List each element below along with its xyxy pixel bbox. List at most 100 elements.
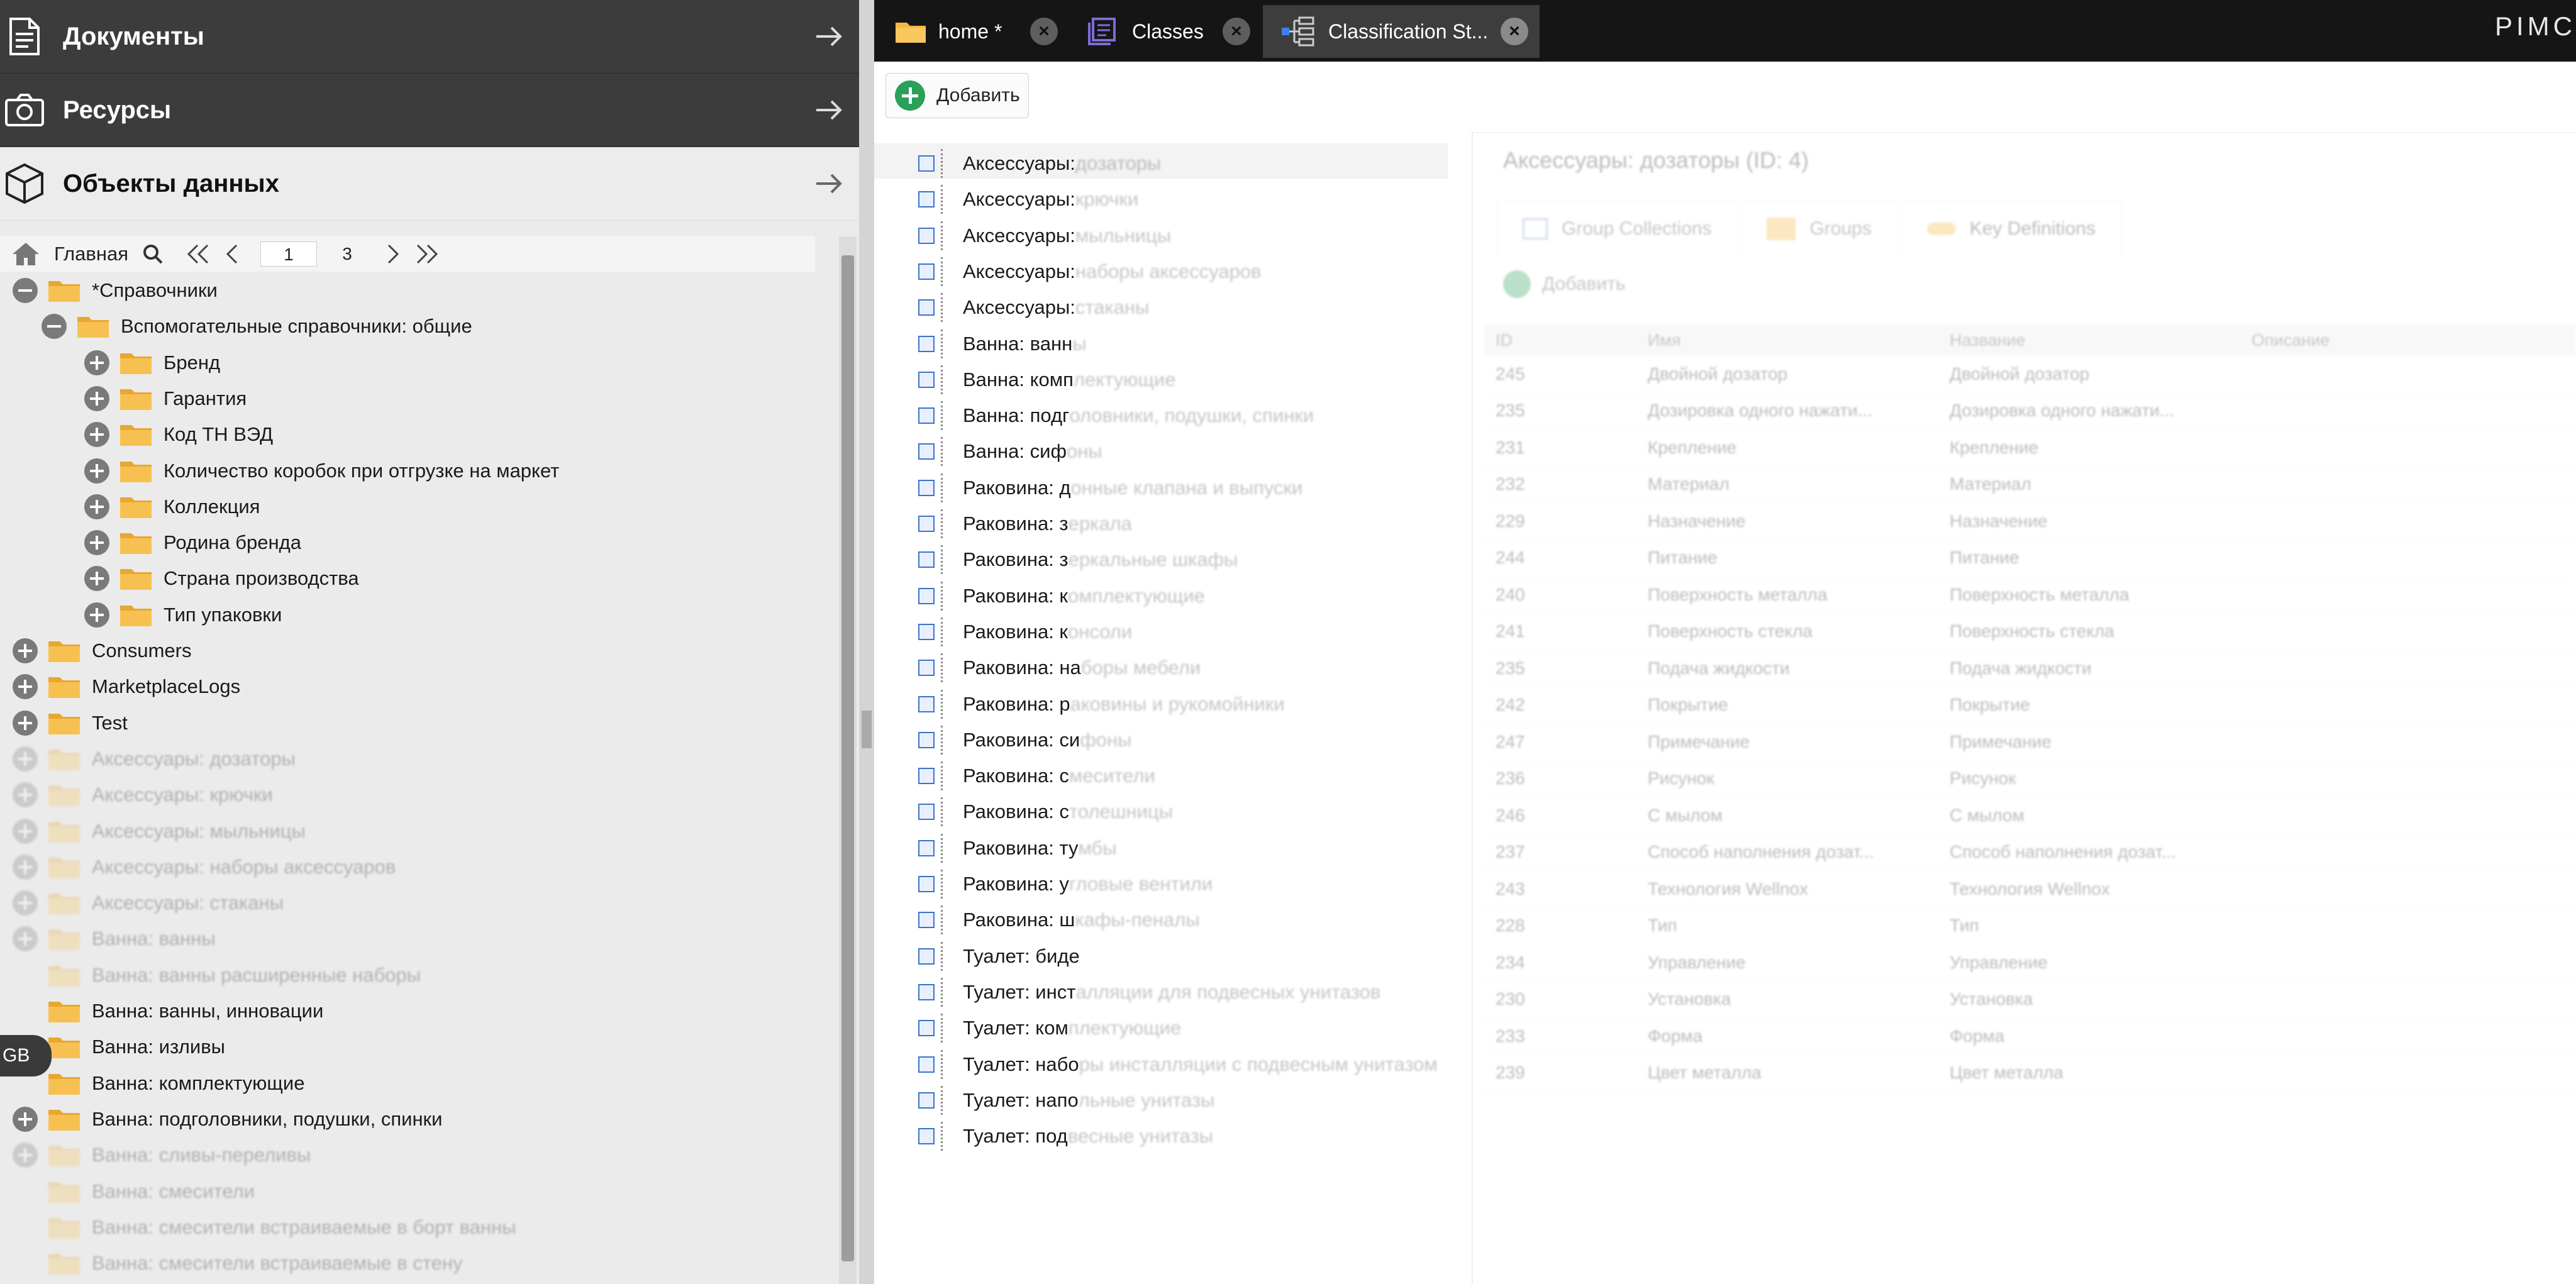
expand-icon[interactable] bbox=[84, 530, 109, 556]
collection-item[interactable]: Туалет: под весные унитазы bbox=[918, 1119, 1213, 1154]
tree-node[interactable]: *Справочники bbox=[13, 273, 218, 308]
column-header[interactable]: Описание bbox=[2239, 331, 2576, 350]
table-row[interactable]: 231 Крепление Крепление bbox=[1484, 429, 2576, 467]
tree-node[interactable]: Код ТН ВЭД bbox=[84, 417, 273, 452]
table-row[interactable]: 237 Способ наполнения дозат... Способ напо… bbox=[1484, 834, 2576, 871]
collapse-icon[interactable] bbox=[13, 278, 38, 303]
tree-node[interactable]: MarketplaceLogs bbox=[13, 669, 240, 704]
collection-item[interactable]: Туалет: ком плектующие bbox=[918, 1010, 1181, 1046]
expand-node-icon[interactable] bbox=[918, 227, 935, 244]
tree-node[interactable]: Ванна: ванны bbox=[13, 921, 216, 956]
tree-node[interactable]: Ванна: смесители bbox=[13, 1174, 255, 1209]
expand-icon[interactable] bbox=[13, 746, 38, 772]
expand-node-icon[interactable] bbox=[918, 804, 935, 821]
collection-item[interactable]: Раковина: к омплектующие bbox=[918, 578, 1205, 614]
tree-node[interactable]: Ванна: комплектующие bbox=[13, 1066, 304, 1101]
expand-icon[interactable] bbox=[13, 890, 38, 916]
collection-item[interactable]: Ванна: комп лектующие bbox=[918, 362, 1175, 397]
prev-page-icon[interactable] bbox=[225, 243, 240, 265]
expand-icon[interactable] bbox=[84, 385, 109, 411]
tree-node[interactable]: Родина бренда bbox=[84, 525, 301, 560]
expand-icon[interactable] bbox=[13, 782, 38, 808]
tree-node[interactable]: Гарантия bbox=[84, 381, 247, 416]
table-row[interactable]: 240 Поверхность металла Поверхность металл… bbox=[1484, 577, 2576, 614]
first-page-icon[interactable] bbox=[186, 243, 211, 265]
collection-item[interactable]: Аксессуары: мыльницы bbox=[918, 218, 1171, 253]
arrow-right-icon[interactable] bbox=[810, 165, 848, 202]
expand-node-icon[interactable] bbox=[918, 479, 935, 496]
collection-item[interactable]: Аксессуары: стаканы bbox=[918, 290, 1149, 325]
expand-icon[interactable] bbox=[84, 422, 109, 448]
expand-icon[interactable] bbox=[84, 494, 109, 519]
collection-item[interactable]: Туалет: набо ры инсталляции с подвесным у… bbox=[918, 1047, 1438, 1082]
collection-item[interactable]: Раковина: д онные клапана и выпуски bbox=[918, 470, 1302, 506]
tree-node[interactable]: Аксессуары: стаканы bbox=[13, 885, 284, 921]
page-number-input[interactable]: 1 bbox=[260, 241, 317, 267]
collection-item[interactable]: Туалет: напо льные унитазы bbox=[918, 1083, 1214, 1118]
tree-node[interactable]: Аксессуары: дозаторы bbox=[13, 741, 296, 777]
detail-add-button[interactable]: Добавить bbox=[1503, 270, 1626, 298]
table-row[interactable]: 239 Цвет металла Цвет металла bbox=[1484, 1055, 2576, 1092]
next-page-icon[interactable] bbox=[385, 243, 400, 265]
collection-item[interactable]: Раковина: на боры мебели bbox=[918, 650, 1201, 685]
collection-item[interactable]: Аксессуары: дозаторы bbox=[918, 146, 1161, 181]
collection-item[interactable]: Раковина: с толешницы bbox=[918, 794, 1173, 829]
table-row[interactable]: 235 Дозировка одного нажати... Дозировка о… bbox=[1484, 393, 2576, 429]
expand-node-icon[interactable] bbox=[918, 443, 935, 460]
collection-item[interactable]: Ванна: сиф оны bbox=[918, 434, 1102, 469]
expand-node-icon[interactable] bbox=[918, 155, 935, 172]
expand-icon[interactable] bbox=[84, 566, 109, 592]
tab-home[interactable]: home * × bbox=[877, 5, 1069, 58]
expand-node-icon[interactable] bbox=[918, 768, 935, 785]
expand-icon[interactable] bbox=[84, 350, 109, 375]
column-header[interactable]: Имя bbox=[1635, 331, 1937, 350]
search-icon[interactable] bbox=[142, 243, 164, 265]
tree-node[interactable]: Ванна: ванны расширенные наборы bbox=[13, 958, 421, 993]
tree-node[interactable]: Вспомогательные справочники: общие bbox=[42, 309, 472, 344]
collection-item[interactable]: Туалет: биде bbox=[918, 939, 1080, 974]
collection-item[interactable]: Аксессуары: крючки bbox=[918, 182, 1138, 217]
table-row[interactable]: 234 Управление Управление bbox=[1484, 944, 2576, 982]
language-badge[interactable]: GB bbox=[0, 1035, 52, 1076]
arrow-right-icon[interactable] bbox=[810, 91, 848, 129]
table-row[interactable]: 233 Форма Форма bbox=[1484, 1018, 2576, 1055]
tree-node[interactable]: Страна производства bbox=[84, 561, 359, 596]
collection-item[interactable]: Раковина: у гловые вентили bbox=[918, 866, 1213, 902]
tree-node[interactable]: Ванна: смесители встраиваемые в стену bbox=[13, 1246, 463, 1281]
expand-node-icon[interactable] bbox=[918, 263, 935, 280]
collection-item[interactable]: Раковина: си фоны bbox=[918, 722, 1131, 758]
collection-item[interactable]: Раковина: з еркала bbox=[918, 506, 1132, 541]
expand-node-icon[interactable] bbox=[918, 948, 935, 965]
tab-group-collections[interactable]: Group Collections bbox=[1497, 201, 1738, 256]
tab-classification-store[interactable]: Classification St... × bbox=[1263, 5, 1540, 58]
expand-node-icon[interactable] bbox=[918, 695, 935, 712]
table-row[interactable]: 244 Питание Питание bbox=[1484, 540, 2576, 577]
expand-node-icon[interactable] bbox=[918, 660, 935, 677]
tree-node[interactable]: Consumers bbox=[13, 633, 192, 668]
close-icon[interactable]: × bbox=[1223, 18, 1250, 45]
collapse-icon[interactable] bbox=[42, 314, 67, 340]
tree-node[interactable]: Аксессуары: крючки bbox=[13, 777, 273, 812]
table-row[interactable]: 229 Назначение Назначение bbox=[1484, 503, 2576, 540]
tree-node[interactable]: Бренд bbox=[84, 345, 220, 380]
tree-node[interactable]: Ванна: смесители встраиваемые в борт ван… bbox=[13, 1210, 516, 1245]
add-button[interactable]: Добавить bbox=[886, 73, 1029, 118]
expand-icon[interactable] bbox=[13, 674, 38, 700]
accordion-assets[interactable]: Ресурсы bbox=[0, 74, 859, 147]
scrollbar-thumb[interactable] bbox=[841, 255, 854, 1261]
collection-item[interactable]: Раковина: к онсоли bbox=[918, 614, 1132, 650]
expand-node-icon[interactable] bbox=[918, 1092, 935, 1109]
tab-classes[interactable]: Classes × bbox=[1070, 5, 1262, 58]
expand-node-icon[interactable] bbox=[918, 371, 935, 388]
table-row[interactable]: 230 Установка Установка bbox=[1484, 982, 2576, 1018]
collection-item[interactable]: Ванна: подг оловники, подушки, спинки bbox=[918, 398, 1314, 433]
expand-node-icon[interactable] bbox=[918, 516, 935, 532]
accordion-data-objects[interactable]: Объекты данных bbox=[0, 147, 859, 221]
expand-node-icon[interactable] bbox=[918, 983, 935, 1000]
expand-node-icon[interactable] bbox=[918, 407, 935, 424]
tree-node[interactable]: Аксессуары: мыльницы bbox=[13, 814, 306, 849]
expand-icon[interactable] bbox=[13, 710, 38, 736]
column-header[interactable]: ID bbox=[1484, 331, 1635, 350]
expand-icon[interactable] bbox=[13, 1143, 38, 1168]
tree-scrollbar[interactable] bbox=[839, 236, 857, 1284]
